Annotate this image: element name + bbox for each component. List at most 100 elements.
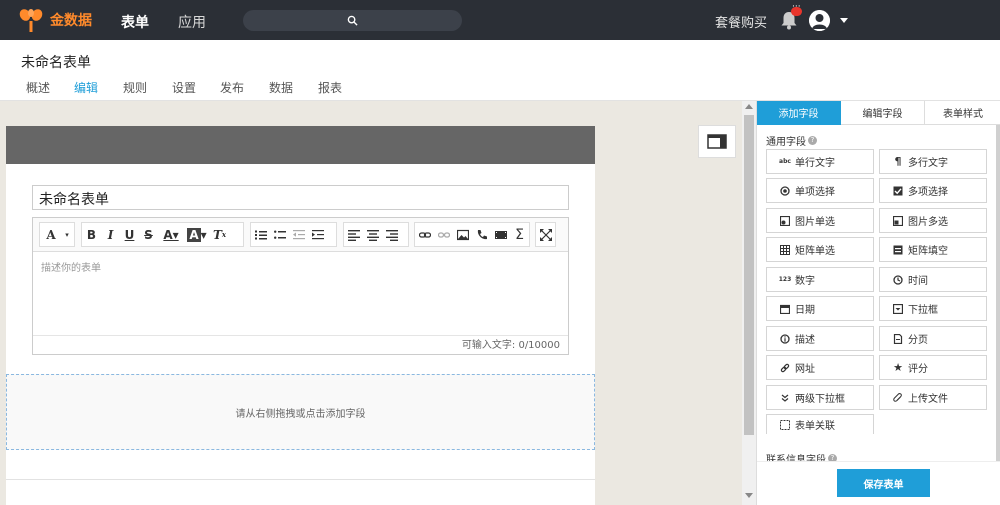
field-label: 下拉框 bbox=[908, 305, 938, 316]
tab-edit-field[interactable]: 编辑字段 bbox=[841, 101, 925, 125]
field-label: 分页 bbox=[908, 335, 928, 346]
bold-icon[interactable]: B bbox=[82, 223, 101, 246]
notification-badge bbox=[791, 2, 802, 16]
char-counter: 可输入文字: 0/10000 bbox=[461, 340, 560, 351]
field-date-button[interactable]: 日期 bbox=[766, 296, 874, 321]
field-multi-choice-button[interactable]: 多项选择 bbox=[879, 178, 987, 203]
link-icon[interactable] bbox=[415, 223, 434, 246]
tab-form-style[interactable]: 表单样式 bbox=[925, 101, 1000, 125]
outdent-icon[interactable] bbox=[289, 223, 308, 246]
clear-format-icon[interactable]: Tx bbox=[210, 223, 229, 246]
field-label: 图片单选 bbox=[795, 217, 835, 228]
field-image-single-button[interactable]: 图片单选 bbox=[766, 208, 874, 233]
underline-icon[interactable]: U bbox=[120, 223, 139, 246]
panel-scrollbar[interactable] bbox=[996, 125, 1000, 465]
field-cascade-dropdown-button[interactable]: 两级下拉框 bbox=[766, 385, 874, 410]
nav-forms[interactable]: 表单 bbox=[121, 12, 149, 32]
form-card-banner bbox=[6, 126, 595, 164]
scroll-down-arrow[interactable] bbox=[745, 493, 753, 498]
fullscreen-icon[interactable] bbox=[536, 223, 555, 246]
tab-rules[interactable]: 规则 bbox=[123, 79, 147, 102]
highlight-color-icon[interactable]: A ▾ bbox=[184, 223, 210, 246]
matrix-icon bbox=[779, 244, 791, 256]
field-panel: 添加字段 编辑字段 表单样式 通用字段 ? abc 单行文字 ¶ 多行文字 单项选择… bbox=[756, 101, 1000, 505]
scrollbar-thumb[interactable] bbox=[744, 115, 754, 435]
field-multi-line-button[interactable]: ¶ 多行文字 bbox=[879, 149, 987, 174]
align-right-icon[interactable] bbox=[382, 223, 401, 246]
font-size-dropdown[interactable]: A ▾ bbox=[39, 222, 75, 247]
list-group bbox=[250, 222, 337, 247]
field-label: 表单关联 bbox=[795, 421, 835, 432]
field-label: 数字 bbox=[795, 276, 815, 287]
tab-add-field[interactable]: 添加字段 bbox=[757, 101, 841, 125]
form-header: 未命名表单 概述 编辑 规则 设置 发布 数据 报表 bbox=[0, 40, 1000, 104]
abc-icon: abc bbox=[779, 158, 791, 165]
unlink-icon[interactable] bbox=[434, 223, 453, 246]
form-title-input[interactable]: 未命名表单 bbox=[32, 185, 569, 210]
field-matrix-fill-button[interactable]: 矩阵填空 bbox=[879, 237, 987, 262]
field-matrix-single-button[interactable]: 矩阵单选 bbox=[766, 237, 874, 262]
top-navbar: 金数据 表单 应用 套餐购买 bbox=[0, 0, 1000, 40]
user-icon bbox=[809, 10, 830, 31]
page-title: 未命名表单 bbox=[21, 55, 91, 71]
plan-purchase-link[interactable]: 套餐购买 bbox=[715, 12, 767, 31]
field-single-line-button[interactable]: abc 单行文字 bbox=[766, 149, 874, 174]
formula-icon[interactable]: Σ bbox=[510, 223, 529, 246]
field-label: 上传文件 bbox=[908, 394, 948, 405]
field-form-relation-button[interactable]: 表单关联 bbox=[766, 414, 874, 434]
phone-icon[interactable] bbox=[472, 223, 491, 246]
description-editor[interactable]: A ▾ B I U S A▾ A ▾ Tx Σ 描述你的表单 可输入文字: 0/… bbox=[32, 217, 569, 355]
image-radio-icon bbox=[779, 215, 791, 227]
indent-icon[interactable] bbox=[308, 223, 327, 246]
preview-toggle-button[interactable] bbox=[698, 125, 736, 158]
field-number-button[interactable]: 123 数字 bbox=[766, 267, 874, 292]
field-label: 评分 bbox=[908, 364, 928, 375]
fullscreen-group bbox=[535, 222, 556, 247]
clock-icon bbox=[892, 274, 904, 286]
brand-name: 金数据 bbox=[50, 13, 92, 29]
tab-data[interactable]: 数据 bbox=[269, 79, 293, 102]
field-url-button[interactable]: 网址 bbox=[766, 355, 874, 380]
field-pagination-button[interactable]: 分页 bbox=[879, 326, 987, 351]
star-icon: ★ bbox=[893, 361, 903, 374]
video-icon[interactable] bbox=[491, 223, 510, 246]
tab-overview[interactable]: 概述 bbox=[26, 79, 50, 102]
brand-logo[interactable]: 金数据 bbox=[18, 8, 92, 32]
field-label: 网址 bbox=[795, 364, 815, 375]
align-left-icon[interactable] bbox=[344, 223, 363, 246]
panel-footer: 保存表单 bbox=[757, 461, 1000, 505]
image-check-icon bbox=[892, 215, 904, 227]
nav-apps[interactable]: 应用 bbox=[178, 12, 206, 32]
ordered-list-icon[interactable] bbox=[251, 223, 270, 246]
tab-reports[interactable]: 报表 bbox=[318, 79, 342, 102]
italic-icon[interactable]: I bbox=[101, 223, 120, 246]
field-rating-button[interactable]: ★ 评分 bbox=[879, 355, 987, 380]
image-icon[interactable] bbox=[453, 223, 472, 246]
field-description-button[interactable]: 描述 bbox=[766, 326, 874, 351]
strikethrough-icon[interactable]: S bbox=[139, 223, 158, 246]
field-dropdown-button[interactable]: 下拉框 bbox=[879, 296, 987, 321]
unordered-list-icon[interactable] bbox=[270, 223, 289, 246]
tree-logo-icon bbox=[19, 9, 43, 32]
save-form-button[interactable]: 保存表单 bbox=[837, 469, 930, 497]
field-upload-button[interactable]: 上传文件 bbox=[879, 385, 987, 410]
search-input[interactable] bbox=[243, 10, 462, 31]
field-time-button[interactable]: 时间 bbox=[879, 267, 987, 292]
avatar[interactable] bbox=[809, 10, 830, 31]
align-center-icon[interactable] bbox=[363, 223, 382, 246]
description-placeholder: 描述你的表单 bbox=[41, 263, 101, 274]
field-label: 两级下拉框 bbox=[795, 394, 845, 405]
dropdown-icon bbox=[892, 303, 904, 315]
scroll-up-arrow[interactable] bbox=[745, 104, 753, 109]
tab-settings[interactable]: 设置 bbox=[172, 79, 196, 102]
paragraph-icon: ¶ bbox=[894, 155, 902, 168]
field-image-multi-button[interactable]: 图片多选 bbox=[879, 208, 987, 233]
align-group bbox=[343, 222, 409, 247]
field-single-choice-button[interactable]: 单项选择 bbox=[766, 178, 874, 203]
link-icon bbox=[779, 362, 791, 374]
field-dropzone[interactable]: 请从右侧拖拽或点击添加字段 bbox=[6, 374, 595, 450]
text-color-icon[interactable]: A▾ bbox=[158, 223, 184, 246]
tab-publish[interactable]: 发布 bbox=[220, 79, 244, 102]
help-icon[interactable]: ? bbox=[808, 136, 817, 145]
chevron-down-icon[interactable] bbox=[840, 18, 848, 23]
